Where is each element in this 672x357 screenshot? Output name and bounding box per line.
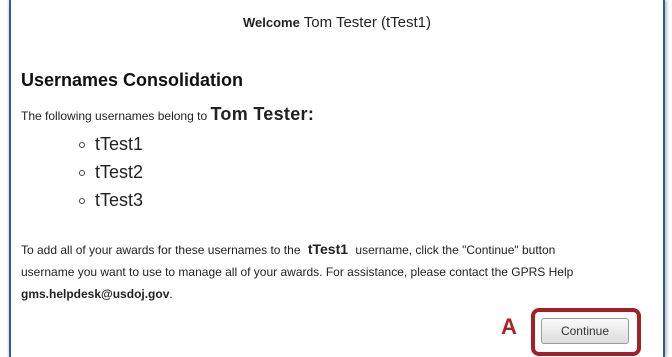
target-username: tTest1 <box>307 241 349 257</box>
continue-button[interactable]: Continue <box>541 318 629 344</box>
intro-label: The following usernames belong to <box>21 109 208 123</box>
intro-text: The following usernames belong to Tom Te… <box>21 104 314 125</box>
welcome-label: Welcome <box>242 15 300 30</box>
username-list: tTest1 tTest2 tTest3 <box>79 130 143 214</box>
owner-name: Tom Tester: <box>210 104 315 124</box>
welcome-user-name: Tom Tester <box>303 14 377 31</box>
instructions-text: To add all of your awards for these user… <box>21 238 663 305</box>
list-item: tTest1 <box>79 130 143 158</box>
bullet-icon <box>79 142 85 148</box>
instructions-text-after: username, click the "Continue" button <box>355 243 556 257</box>
helpdesk-email[interactable]: gms.helpdesk@usdoj.gov <box>21 287 169 301</box>
welcome-user-id: (tTest1) <box>381 14 432 31</box>
welcome-banner: Welcome Tom Tester (tTest1) <box>11 14 663 31</box>
username-label: tTest1 <box>95 134 144 154</box>
list-item: tTest2 <box>79 158 143 186</box>
instructions-text-before: To add all of your awards for these user… <box>21 243 301 257</box>
bullet-icon <box>79 170 85 176</box>
list-item: tTest3 <box>79 186 143 214</box>
annotation-marker-a: A <box>501 314 517 339</box>
content-panel: Welcome Tom Tester (tTest1) Usernames Co… <box>9 0 665 357</box>
email-suffix: . <box>169 287 173 301</box>
username-label: tTest2 <box>95 162 144 182</box>
page-title: Usernames Consolidation <box>21 70 244 90</box>
username-label: tTest3 <box>95 190 144 210</box>
instructions-line-2: username you want to use to manage all o… <box>21 265 574 279</box>
instructions-line-3: gms.helpdesk@usdoj.gov. <box>21 283 663 305</box>
instructions-line-1: To add all of your awards for these user… <box>21 238 663 261</box>
bullet-icon <box>79 198 85 204</box>
